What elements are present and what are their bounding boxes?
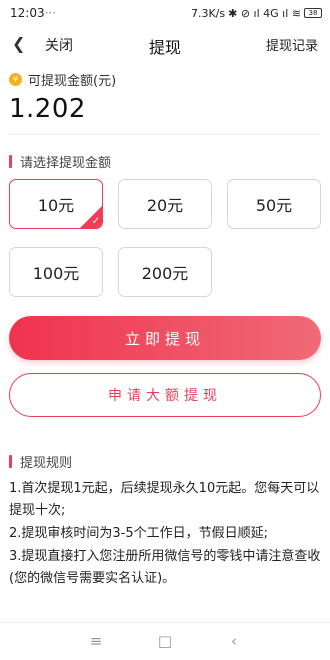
close-button[interactable]: 关闭 xyxy=(45,35,73,55)
amount-label: 10元 xyxy=(37,196,75,215)
apply-large-withdraw-button[interactable]: 申请大额提现 xyxy=(9,373,321,417)
withdraw-record-link[interactable]: 提现记录 xyxy=(266,35,318,54)
network-speed: 7.3K/s xyxy=(190,6,226,20)
amount-label: 100元 xyxy=(32,264,80,283)
home-icon[interactable]: □ xyxy=(153,632,177,650)
amount-option-100[interactable]: 100元 xyxy=(9,247,103,297)
rule-item: 3.提现直接打入您注册所用微信号的零钱中请注意查收(您的微信号需要实名认证)。 xyxy=(9,549,321,586)
rules-header: 提现规则 xyxy=(9,452,72,471)
rules-title: 提现规则 xyxy=(20,456,73,471)
amount-option-20[interactable]: 20元 xyxy=(118,179,212,229)
status-dots: ··· xyxy=(44,6,57,20)
amount-label: 20元 xyxy=(146,196,184,215)
section-accent-bar xyxy=(9,455,12,468)
rule-item: 1.首次提现1元起，后续提现永久10元起。您每天可以提现十次; xyxy=(9,481,320,518)
balance-header: ¥ 可提现金额(元) xyxy=(9,70,116,89)
section-accent-bar xyxy=(9,155,12,168)
rules-list: 1.首次提现1元起，后续提现永久10元起。您每天可以提现十次; 2.提现审核时间… xyxy=(9,478,321,591)
menu-icon[interactable]: ≡ xyxy=(84,632,108,650)
status-bar: 12:03 ··· 7.3K/s ✱ ⊘ ıl 4G ıl ≋ 38 xyxy=(0,0,330,26)
select-amount-header: 请选择提现金额 xyxy=(9,152,111,171)
withdraw-now-button[interactable]: 立即提现 xyxy=(9,316,321,360)
divider xyxy=(9,134,321,135)
chevron-left-icon[interactable]: ❮ xyxy=(12,34,32,54)
amount-label: 50元 xyxy=(255,196,293,215)
amount-option-10[interactable]: 10元 ✓ xyxy=(9,179,103,229)
nav-bar: ❮ 关闭 提现 提现记录 xyxy=(0,26,330,62)
battery-level: 38 xyxy=(308,9,318,17)
balance-label: 可提现金额(元) xyxy=(28,74,117,89)
battery-icon: 38 xyxy=(304,8,322,18)
check-icon: ✓ xyxy=(91,216,100,227)
back-icon[interactable]: ‹ xyxy=(222,632,246,650)
select-amount-title: 请选择提现金额 xyxy=(20,156,112,171)
status-time: 12:03 xyxy=(10,6,45,20)
amount-option-200[interactable]: 200元 xyxy=(118,247,212,297)
amount-label: 200元 xyxy=(141,264,189,283)
rule-item: 2.提现审核时间为3-5个工作日，节假日顺延; xyxy=(9,526,269,541)
status-icons: ✱ ⊘ ıl 4G ıl ≋ xyxy=(228,6,301,20)
balance-value: 1.202 xyxy=(9,94,86,124)
status-right: 7.3K/s ✱ ⊘ ıl 4G ıl ≋ 38 xyxy=(191,7,322,20)
amount-option-50[interactable]: 50元 xyxy=(227,179,321,229)
coin-icon: ¥ xyxy=(9,73,22,86)
system-nav-bar: ≡ □ ‹ xyxy=(0,622,330,660)
